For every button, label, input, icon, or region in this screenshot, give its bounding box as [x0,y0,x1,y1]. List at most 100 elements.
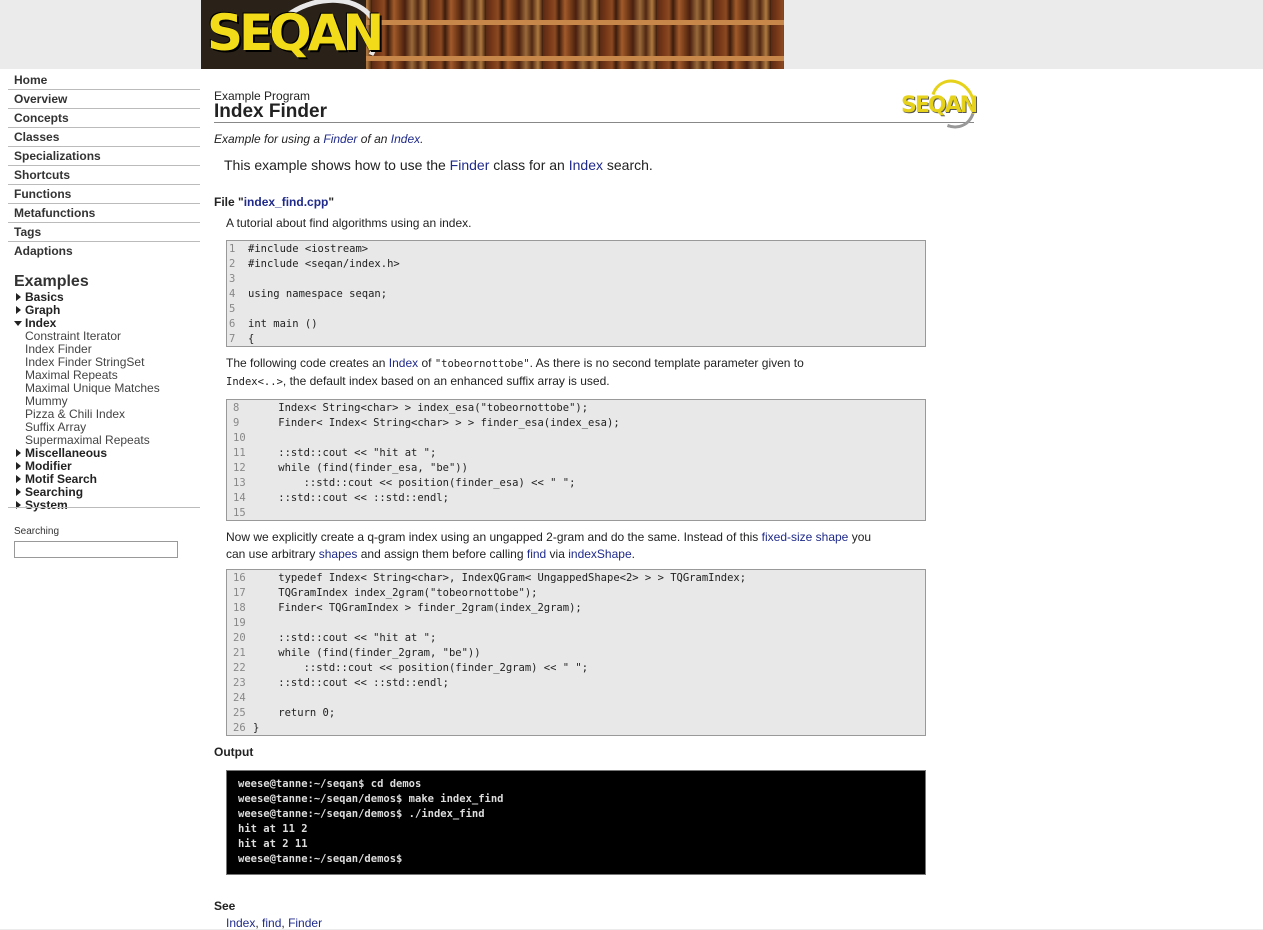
line-number: 13 [233,477,246,489]
code-line: 9 Finder< Index< String<char> > > finder… [227,416,925,431]
code-line: 14 ::std::cout << ::std::endl; [227,491,925,506]
nav-home[interactable]: Home [8,70,200,90]
code-text: ::std::cout << "hit at "; [253,632,437,644]
intro-segment: search. [602,157,653,173]
seqan-logo[interactable]: SEQAN [201,0,393,69]
link-find[interactable]: find [527,547,546,561]
terminal-line: hit at 11 2 [238,823,308,835]
line-number: 9 [233,417,240,429]
code-text: ::std::cout << position(finder_2gram) <<… [253,662,589,674]
code-line: 16 typedef Index< String<char>, IndexQGr… [227,571,925,586]
collapsed-triangle-icon [16,488,21,496]
tree-group-index[interactable]: Index [14,317,201,330]
code-line: 6 int main () [227,317,925,332]
para-text: , the default index based on an enhanced… [282,374,610,388]
nav-tags[interactable]: Tags [8,223,200,242]
main-content: Example Program Index Finder SEQAN Examp… [201,69,1263,930]
link-fixed-size-shape[interactable]: fixed-size shape [762,530,849,544]
line-number: 15 [233,507,246,519]
nav-metafunctions[interactable]: Metafunctions [8,204,200,223]
tree-group-label: Modifier [25,459,72,473]
line-number: 14 [233,492,246,504]
code-line: 23 ::std::cout << ::std::endl; [227,676,925,691]
link-index[interactable]: Index [569,157,603,173]
code-block: 8 Index< String<char> > index_esa("tobeo… [226,399,926,521]
line-number: 2 [229,258,236,270]
inline-code: "tobeornottobe" [434,358,530,370]
code-line: 13 ::std::cout << position(finder_esa) <… [227,476,925,491]
collapsed-triangle-icon [16,293,21,301]
link-finder[interactable]: Finder [450,157,490,173]
link-find[interactable]: find [262,916,281,930]
line-number: 7 [229,333,236,345]
tree-group-system[interactable]: System [14,499,201,512]
para-text: Now we explicitly create a q-gram index … [226,530,762,544]
tree-group-label: Index [25,316,57,330]
collapsed-triangle-icon [16,475,21,483]
nav-functions[interactable]: Functions [8,185,200,204]
nav-classes[interactable]: Classes [8,128,200,147]
line-number: 16 [233,572,246,584]
code-line: 20 ::std::cout << "hit at "; [227,631,925,646]
code-explanation: Now we explicitly create a q-gram index … [226,529,928,563]
link-shapes[interactable]: shapes [319,547,358,561]
code-text: while (find(finder_2gram, "be")) [253,647,481,659]
nav-specializations[interactable]: Specializations [8,147,200,166]
nav-adaptions[interactable]: Adaptions [8,242,200,261]
intro-segment: class for an [489,157,569,173]
code-line: 12 while (find(finder_esa, "be")) [227,461,925,476]
para-text: can use arbitrary [226,547,319,561]
terminal-output: weese@tanne:~/seqan$ cd demos weese@tanne… [226,770,926,875]
code-text: return 0; [253,707,336,719]
logo-text: SEQAN [207,4,384,62]
file-heading: File "index_find.cpp" [214,195,334,209]
line-number: 3 [229,273,236,285]
line-number: 24 [233,692,246,704]
nav-concepts[interactable]: Concepts [8,109,200,128]
code-text: #include <iostream> [248,243,369,255]
code-line: 2 #include <seqan/index.h> [227,257,925,272]
code-line: 10 [227,431,925,446]
code-line: 25 return 0; [227,706,925,721]
inline-code: Index<..> [226,376,283,388]
code-text: Finder< Index< String<char> > > finder_e… [253,417,620,429]
nav-overview[interactable]: Overview [8,90,200,109]
line-number: 8 [233,402,240,414]
tree-group-label: Basics [25,290,64,304]
tree-group-label: System [25,498,68,512]
terminal-line: hit at 2 11 [238,838,308,850]
code-text: using namespace seqan; [248,288,388,300]
code-text: ::std::cout << position(finder_esa) << "… [253,477,576,489]
link-index[interactable]: Index [226,916,255,930]
see-heading: See [214,899,236,913]
tree-group-label: Searching [25,485,84,499]
mini-logo-text: SEQAN [901,93,978,118]
file-description: A tutorial about find algorithms using a… [226,216,472,230]
code-text: Finder< TQGramIndex > finder_2gram(index… [253,602,582,614]
code-line: 1 #include <iostream> [227,242,925,257]
line-number: 5 [229,303,236,315]
intro-text: This example shows how to use the Finder… [224,157,653,173]
code-text: Index< String<char> > index_esa("tobeorn… [253,402,589,414]
para-text: . [631,547,635,561]
link-finder[interactable]: Finder [323,132,357,146]
link-index[interactable]: Index [391,132,420,146]
code-line: 26} [227,721,925,735]
line-number: 22 [233,662,246,674]
para-text: you [848,530,872,544]
search-input[interactable] [14,541,178,558]
link-finder[interactable]: Finder [288,916,322,930]
para-text: and assign them before calling [357,547,527,561]
expanded-triangle-icon [14,321,22,326]
line-number: 18 [233,602,246,614]
terminal-line: weese@tanne:~/seqan$ cd demos [238,778,422,790]
summary-text: of an [357,132,391,146]
link-indexshape[interactable]: indexShape [568,547,631,561]
code-text: ::std::cout << "hit at "; [253,447,437,459]
code-text: typedef Index< String<char>, IndexQGram<… [253,572,747,584]
code-line: 4 using namespace seqan; [227,287,925,302]
nav-shortcuts[interactable]: Shortcuts [8,166,200,185]
link-index[interactable]: Index [389,356,418,370]
file-label: " [328,195,335,209]
file-link[interactable]: index_find.cpp [244,195,329,209]
